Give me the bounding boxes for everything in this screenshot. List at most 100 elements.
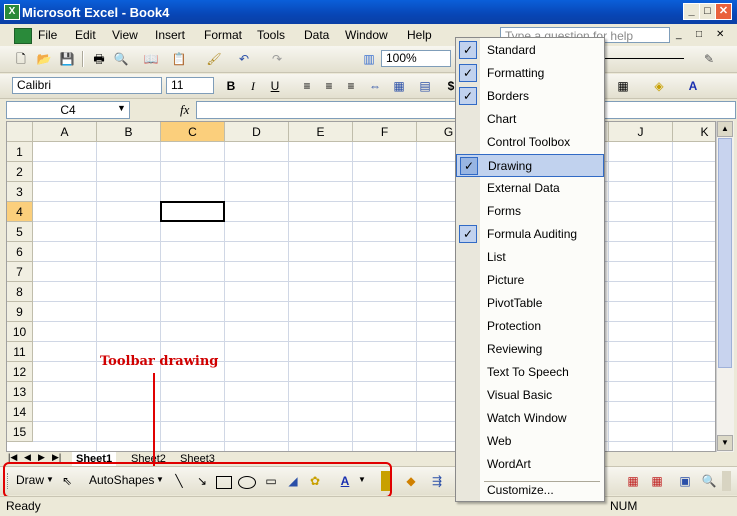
workbook-icon[interactable] <box>14 28 32 44</box>
function-icon[interactable]: fx <box>180 102 189 118</box>
italic-icon[interactable]: I <box>244 77 262 95</box>
research-icon[interactable]: 📖 <box>142 50 160 68</box>
paste-icon[interactable]: 📋 <box>170 50 188 68</box>
menu-item-text-to-speech[interactable]: Text To Speech <box>456 361 604 384</box>
column-header-j[interactable]: J <box>609 122 673 142</box>
chevron-down-icon[interactable]: ▼ <box>117 103 126 113</box>
name-box[interactable]: C4 <box>6 101 130 119</box>
format-painter-icon[interactable]: 🖌 <box>205 50 223 68</box>
menu-edit[interactable]: Edit <box>75 28 96 42</box>
menu-item-pivottable[interactable]: PivotTable <box>456 292 604 315</box>
row-header-2[interactable]: 2 <box>7 162 33 182</box>
menu-view[interactable]: View <box>112 28 138 42</box>
row-header-13[interactable]: 13 <box>7 382 33 402</box>
row-header-1[interactable]: 1 <box>7 142 33 162</box>
menu-item-web[interactable]: Web <box>456 430 604 453</box>
menu-tools[interactable]: Tools <box>257 28 285 42</box>
save-icon[interactable]: 💾 <box>58 50 76 68</box>
column-header-e[interactable]: E <box>289 122 353 142</box>
chart-wizard-icon[interactable]: ▥ <box>360 50 378 68</box>
row-header-12[interactable]: 12 <box>7 362 33 382</box>
new-icon[interactable]: 🗋 <box>12 50 30 68</box>
menu-window[interactable]: Window <box>345 28 388 42</box>
menu-item-forms[interactable]: Forms <box>456 200 604 223</box>
column-header-c[interactable]: C <box>161 122 225 142</box>
menu-item-wordart[interactable]: WordArt <box>456 453 604 476</box>
watch-window-icon[interactable]: ▣ <box>676 472 694 490</box>
row-header-4[interactable]: 4 <box>7 202 33 222</box>
column-header-d[interactable]: D <box>225 122 289 142</box>
menu-insert[interactable]: Insert <box>155 28 185 42</box>
row-header-7[interactable]: 7 <box>7 262 33 282</box>
clear-validation-icon[interactable]: ▦ <box>648 472 666 490</box>
scroll-thumb[interactable] <box>718 138 732 368</box>
font-name-select[interactable]: Calibri <box>12 77 162 94</box>
underline-icon[interactable]: U <box>266 77 284 95</box>
menu-item-chart[interactable]: Chart <box>456 108 604 131</box>
column-header-b[interactable]: B <box>97 122 161 142</box>
menu-file[interactable]: File <box>38 28 57 42</box>
doc-restore-icon[interactable]: □ <box>696 29 708 41</box>
fill-color-icon[interactable]: ◈ <box>650 77 668 95</box>
maximize-icon[interactable]: □ <box>699 3 716 20</box>
menu-item-formula-auditing[interactable]: ✓ Formula Auditing <box>456 223 604 246</box>
column-header-a[interactable]: A <box>33 122 97 142</box>
menu-item-watch-window[interactable]: Watch Window <box>456 407 604 430</box>
undo-icon[interactable]: ↶ <box>235 50 253 68</box>
row-header-10[interactable]: 10 <box>7 322 33 342</box>
column-header-f[interactable]: F <box>353 122 417 142</box>
menu-data[interactable]: Data <box>304 28 329 42</box>
open-icon[interactable]: 📂 <box>35 50 53 68</box>
active-cell[interactable] <box>160 201 225 222</box>
menu-item-control-toolbox[interactable]: Control Toolbox <box>456 131 604 154</box>
menu-format[interactable]: Format <box>204 28 242 42</box>
evaluate-formula-icon[interactable]: 🔍 <box>700 472 718 490</box>
print-icon[interactable]: 🖶 <box>90 50 108 68</box>
row-header-11[interactable]: 11 <box>7 342 33 362</box>
borders-grid-icon[interactable]: ▦ <box>390 77 408 95</box>
align-right-icon[interactable]: ≡ <box>342 77 360 95</box>
row-header-6[interactable]: 6 <box>7 242 33 262</box>
row-header-3[interactable]: 3 <box>7 182 33 202</box>
borders-icon[interactable]: ▦ <box>614 77 632 95</box>
font-size-select[interactable]: 11 <box>166 77 214 94</box>
menu-help[interactable]: Help <box>407 28 432 42</box>
circle-invalid-icon[interactable]: ▦ <box>624 472 642 490</box>
zoom-select[interactable]: 100% <box>381 50 451 67</box>
minimize-icon[interactable]: _ <box>683 3 700 20</box>
scroll-down-icon[interactable]: ▼ <box>717 435 733 451</box>
menu-item-protection[interactable]: Protection <box>456 315 604 338</box>
menu-item-visual-basic[interactable]: Visual Basic <box>456 384 604 407</box>
row-header-9[interactable]: 9 <box>7 302 33 322</box>
worksheet-grid[interactable]: ABCDEFGHIJK 123456789101112131415 <box>6 121 716 452</box>
row-header-8[interactable]: 8 <box>7 282 33 302</box>
menu-item-list[interactable]: List <box>456 246 604 269</box>
border-line-style[interactable] <box>596 58 684 59</box>
menu-item-borders[interactable]: ✓ Borders <box>456 85 604 108</box>
align-center-icon[interactable]: ≡ <box>320 77 338 95</box>
trace-precedents-icon[interactable]: ⇶ <box>428 472 446 490</box>
merge-center-icon[interactable]: ⇔ <box>366 77 384 95</box>
menu-item-reviewing[interactable]: Reviewing <box>456 338 604 361</box>
redo-icon[interactable]: ↷ <box>268 50 286 68</box>
menu-item-formatting[interactable]: ✓ Formatting <box>456 62 604 85</box>
menu-item-external-data[interactable]: External Data <box>456 177 604 200</box>
row-header-15[interactable]: 15 <box>7 422 33 442</box>
print-preview-icon[interactable]: 🔍 <box>112 50 130 68</box>
menu-item-standard[interactable]: ✓ Standard <box>456 39 604 62</box>
menu-item-customize[interactable]: Customize... <box>456 479 604 502</box>
trace-error-icon[interactable]: ◆ <box>402 472 420 490</box>
bold-icon[interactable]: B <box>222 77 240 95</box>
toolbar-options-icon[interactable] <box>722 471 731 491</box>
menu-item-picture[interactable]: Picture <box>456 269 604 292</box>
scroll-up-icon[interactable]: ▲ <box>717 121 733 137</box>
row-header-14[interactable]: 14 <box>7 402 33 422</box>
close-icon[interactable]: ✕ <box>715 3 732 20</box>
vertical-scrollbar[interactable]: ▲ ▼ <box>716 121 734 452</box>
font-color-icon[interactable]: A <box>684 77 702 95</box>
select-all-corner[interactable] <box>7 122 33 142</box>
row-header-5[interactable]: 5 <box>7 222 33 242</box>
excel-app-icon[interactable]: X <box>4 4 20 20</box>
draw-border-icon[interactable]: ✎ <box>700 50 718 68</box>
table-icon[interactable]: ▤ <box>416 77 434 95</box>
